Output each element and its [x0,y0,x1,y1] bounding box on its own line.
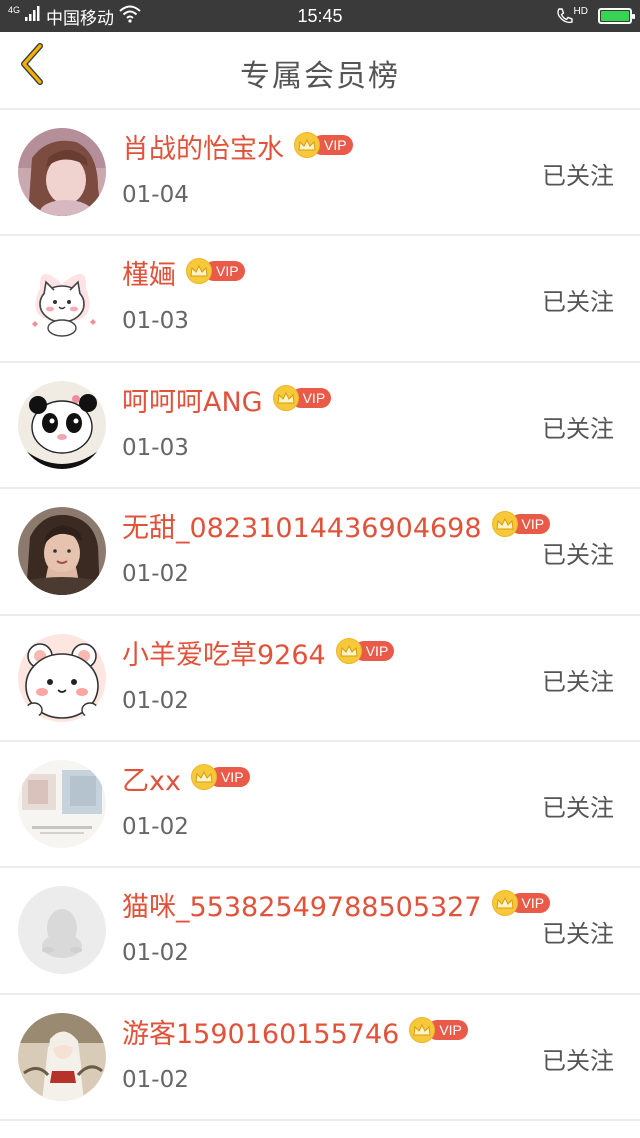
name-line: 小羊爱吃草9264 VIP [122,637,395,674]
list-item[interactable]: 游客1590160155746 VIP 01-02 已关注 [0,994,640,1122]
follow-status-button[interactable]: 已关注 [542,156,614,191]
join-date: 01-02 [122,561,189,588]
join-date: 01-02 [122,940,189,967]
follow-status-button[interactable]: 已关注 [542,282,614,317]
name-line: 呵呵呵ANG VIP [122,384,332,421]
follow-status-button[interactable]: 已关注 [542,535,614,570]
member-name[interactable]: 游客1590160155746 [122,1017,399,1053]
list-item[interactable]: 猫咪_55382549788505327 VIP 01-02 已关注 [0,868,640,995]
join-date: 01-02 [122,687,189,714]
crown-icon [186,258,212,285]
avatar[interactable] [18,254,106,343]
join-date: 01-03 [122,434,189,461]
crown-icon [335,637,362,664]
vip-badge: VIP [190,763,250,790]
avatar[interactable] [18,380,106,469]
list-item[interactable]: 肖战的怡宝水 VIP 01-04 已关注 [0,110,640,237]
follow-status-button[interactable]: 已关注 [542,1041,614,1076]
avatar[interactable] [18,128,106,216]
list-item[interactable]: 小羊爱吃草9264 VIP 01-02 已关注 [0,615,640,742]
status-right: HD [556,5,635,27]
battery-level [601,11,629,21]
list-item[interactable]: 呵呵呵ANG VIP 01-03 已关注 [0,362,640,490]
crown-icon [272,384,299,411]
vip-badge: VIP [409,1016,468,1043]
vip-badge: VIP [186,258,245,285]
vip-badge: VIP [491,890,551,917]
crown-icon [491,511,518,538]
crown-icon [409,1016,436,1043]
page-title: 专属会员榜 [240,59,400,94]
name-line: 肖战的怡宝水 VIP [122,132,353,168]
nav-bar: 专属会员榜 [0,32,640,110]
avatar[interactable] [18,633,106,722]
crown-icon [190,763,217,790]
avatar[interactable] [18,507,106,596]
member-name[interactable]: 小羊爱吃草9264 [122,638,326,674]
name-line: 无甜_08231014436904698 VIP [122,511,551,547]
name-line: 乙xx VIP [122,763,250,800]
follow-status-button[interactable]: 已关注 [542,914,614,949]
list-item[interactable]: 槿婳 VIP 01-03 已关注 [0,236,640,363]
member-name[interactable]: 无甜_08231014436904698 [122,511,482,547]
vip-badge: VIP [294,132,353,158]
join-date: 01-02 [122,1066,189,1093]
avatar[interactable] [18,759,106,848]
member-name[interactable]: 呵呵呵ANG [122,385,263,421]
follow-status-button[interactable]: 已关注 [542,788,614,823]
list-item[interactable]: 乙xx VIP 01-02 已关注 [0,741,640,869]
status-bar: 4G 中国移动 15:45 HD [0,0,640,32]
join-date: 01-03 [122,308,189,335]
hd-call-icon: HD [556,5,588,25]
avatar[interactable] [18,1012,106,1101]
member-name[interactable]: 肖战的怡宝水 [122,132,284,168]
member-list: 肖战的怡宝水 VIP 01-04 已关注 槿婳 VIP 01-03 已关注 呵呵… [0,110,640,1122]
list-item[interactable]: 无甜_08231014436904698 VIP 01-02 已关注 [0,489,640,616]
crown-icon [294,132,320,158]
member-name[interactable]: 猫咪_55382549788505327 [122,890,482,926]
follow-status-button[interactable]: 已关注 [542,409,614,444]
name-line: 猫咪_55382549788505327 VIP [122,890,551,926]
join-date: 01-04 [122,182,189,208]
name-line: 槿婳 VIP [122,258,245,294]
member-name[interactable]: 槿婳 [122,258,176,294]
battery-icon [598,8,635,24]
member-name[interactable]: 乙xx [122,764,181,800]
avatar[interactable] [18,886,106,975]
follow-status-button[interactable]: 已关注 [542,662,614,697]
vip-badge: VIP [272,384,332,411]
status-time: 15:45 [297,6,343,26]
name-line: 游客1590160155746 VIP [122,1016,468,1053]
vip-badge: VIP [491,511,551,538]
crown-icon [491,890,518,917]
hd-label: HD [573,5,588,17]
vip-badge: VIP [335,637,395,664]
join-date: 01-02 [122,813,189,840]
